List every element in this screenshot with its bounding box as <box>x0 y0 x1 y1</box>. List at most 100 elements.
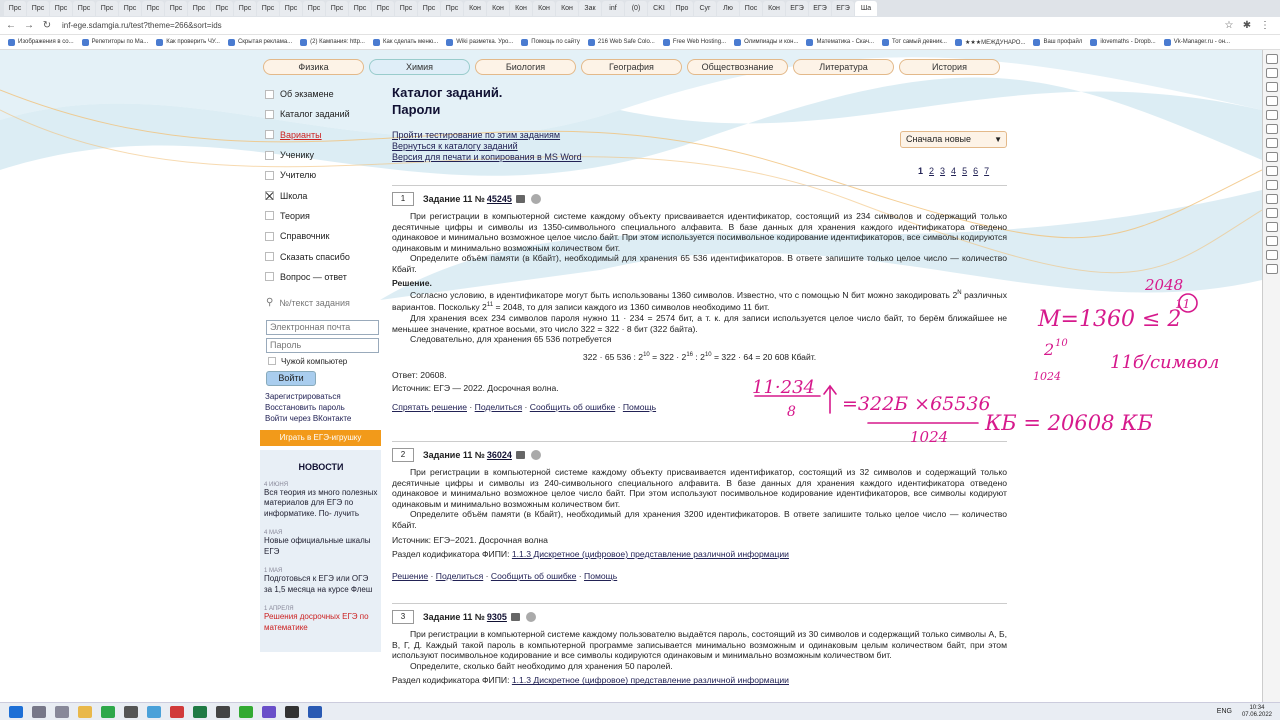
browser-tab[interactable]: Кон <box>533 1 555 16</box>
password-field[interactable]: Пароль <box>266 337 379 353</box>
browser-tab[interactable]: ЕГЭ <box>786 1 808 16</box>
star-icon[interactable]: ☆ <box>1222 20 1236 31</box>
alien-computer-checkbox[interactable]: Чужой компьютер <box>268 357 382 366</box>
bookmark-item[interactable]: 216 Web Safe Colo... <box>587 38 655 46</box>
subject-tab[interactable]: География <box>581 59 682 75</box>
annotation-tool-icon[interactable] <box>1266 194 1278 204</box>
news-link[interactable]: Подготовься к ЕГЭ или ОГЭ за 1,5 месяца … <box>264 574 378 595</box>
task-action-link[interactable]: Сообщить об ошибке <box>530 402 615 412</box>
browser-tab[interactable]: inf <box>602 1 624 16</box>
page-link[interactable]: 7 <box>984 166 989 176</box>
subject-tab[interactable]: Химия <box>369 59 470 75</box>
extensions-icon[interactable]: ✱ <box>1240 20 1254 31</box>
sidebar-checkbox[interactable] <box>265 170 274 180</box>
browser-tab[interactable]: Кон <box>464 1 486 16</box>
browser-tab[interactable]: Прс <box>418 1 440 16</box>
browser-tab[interactable]: Прс <box>50 1 72 16</box>
browser-tab[interactable]: Ша <box>855 1 877 16</box>
browser-tab[interactable]: Пос <box>740 1 762 16</box>
annotation-tool-icon[interactable] <box>1266 138 1278 148</box>
app-icon[interactable] <box>170 705 184 718</box>
browser-tab[interactable]: Кон <box>487 1 509 16</box>
excel-icon[interactable] <box>193 705 207 718</box>
browser-tab[interactable]: Прс <box>4 1 26 16</box>
alien-computer-box[interactable] <box>268 357 276 366</box>
bookmark-item[interactable]: Скрытая реклама... <box>227 38 292 46</box>
browser-tab[interactable]: Прс <box>395 1 417 16</box>
bookmark-item[interactable]: Как сделать меню... <box>372 38 438 46</box>
annotation-tool-icon[interactable] <box>1266 96 1278 106</box>
annotation-tool-icon[interactable] <box>1266 250 1278 260</box>
folder-icon[interactable] <box>515 450 525 459</box>
page-link[interactable]: 5 <box>962 166 967 176</box>
task-action-link[interactable]: Помощь <box>623 402 656 412</box>
browser-tab[interactable]: (0) <box>625 1 647 16</box>
forward-icon[interactable]: → <box>22 20 36 31</box>
annotation-tool-icon[interactable] <box>1266 264 1278 274</box>
sidebar-item[interactable]: Справочник <box>262 226 382 246</box>
browser-tab[interactable]: Прс <box>372 1 394 16</box>
browser-tab[interactable]: Прс <box>119 1 141 16</box>
bookmark-item[interactable]: ★★★МЕЖДУНАРО... <box>954 38 1025 46</box>
annotation-tool-icon[interactable] <box>1266 54 1278 64</box>
bookmark-item[interactable]: Помощь по сайту <box>521 38 580 46</box>
sidebar-item[interactable]: Ученику <box>262 145 382 165</box>
page-link[interactable]: 6 <box>973 166 978 176</box>
annotation-tool-icon[interactable] <box>1266 236 1278 246</box>
app-icon[interactable] <box>124 705 138 718</box>
reload-icon[interactable]: ↻ <box>40 20 54 31</box>
bookmark-item[interactable]: Тот самый девник... <box>882 38 947 46</box>
browser-tab[interactable]: Кон <box>763 1 785 16</box>
browser-tab[interactable]: Кон <box>510 1 532 16</box>
annotation-tool-icon[interactable] <box>1266 180 1278 190</box>
sidebar-checkbox[interactable] <box>265 109 274 119</box>
email-field[interactable]: Электронная почта <box>266 319 379 335</box>
page-link[interactable]: 2 <box>929 166 934 176</box>
app-icon[interactable] <box>239 705 253 718</box>
page-link[interactable]: 1 <box>918 166 923 176</box>
task-action-link[interactable]: Сообщить об ошибке <box>491 571 576 581</box>
page-link[interactable]: 4 <box>951 166 956 176</box>
browser-tab[interactable]: Прс <box>142 1 164 16</box>
sidebar-item[interactable]: Об экзамене <box>262 84 382 104</box>
register-link[interactable]: Зарегистрироваться <box>265 391 382 402</box>
subject-tab[interactable]: Литература <box>793 59 894 75</box>
sidebar-checkbox[interactable] <box>265 89 274 99</box>
browser-tab[interactable]: Прс <box>73 1 95 16</box>
annotation-tool-icon[interactable] <box>1266 222 1278 232</box>
sidebar-checkbox[interactable] <box>265 252 274 262</box>
sidebar-checkbox[interactable] <box>265 231 274 241</box>
browser-tab[interactable]: ЕГЭ <box>809 1 831 16</box>
task-action-link[interactable]: Спрятать решение <box>392 402 467 412</box>
browser-tab[interactable]: Прс <box>211 1 233 16</box>
task-view-icon[interactable] <box>55 705 69 718</box>
folder-icon[interactable] <box>515 194 525 203</box>
task-search[interactable]: ⚲ №/текст задания <box>262 293 382 313</box>
sort-select[interactable]: Сначала новые ▼ <box>900 131 1007 148</box>
sidebar-item[interactable]: Сказать спасибо <box>262 246 382 266</box>
language-indicator[interactable]: ENG <box>1217 708 1232 715</box>
sidebar-checkbox[interactable] <box>265 191 274 201</box>
app-icon[interactable] <box>216 705 230 718</box>
sidebar-checkbox[interactable] <box>265 130 274 140</box>
browser-tab[interactable]: Прс <box>280 1 302 16</box>
app-icon[interactable] <box>262 705 276 718</box>
browser-tab[interactable]: Прс <box>326 1 348 16</box>
subject-tab[interactable]: История <box>899 59 1000 75</box>
sidebar-item[interactable]: Школа <box>262 185 382 205</box>
sidebar-item[interactable]: Вопрос — ответ <box>262 267 382 287</box>
file-explorer-icon[interactable] <box>78 705 92 718</box>
browser-tab[interactable]: Прс <box>441 1 463 16</box>
clock[interactable]: 10:34 07.06.2022 <box>1242 705 1272 719</box>
browser-tab[interactable]: Прс <box>188 1 210 16</box>
browser-tab[interactable]: Прс <box>349 1 371 16</box>
chrome-icon[interactable] <box>101 705 115 718</box>
windows-start-icon[interactable] <box>9 705 23 718</box>
catalog-link[interactable]: Версия для печати и копирования в MS Wor… <box>392 152 1007 163</box>
bookmark-item[interactable]: Ваш профайл <box>1033 38 1082 46</box>
annotation-tool-icon[interactable] <box>1266 110 1278 120</box>
game-button[interactable]: Играть в ЕГЭ-игрушку <box>260 429 381 446</box>
browser-tab[interactable]: CKI <box>648 1 670 16</box>
vk-login-link[interactable]: Войти через ВКонтакте <box>265 413 382 424</box>
sidebar-item[interactable]: Учителю <box>262 165 382 185</box>
